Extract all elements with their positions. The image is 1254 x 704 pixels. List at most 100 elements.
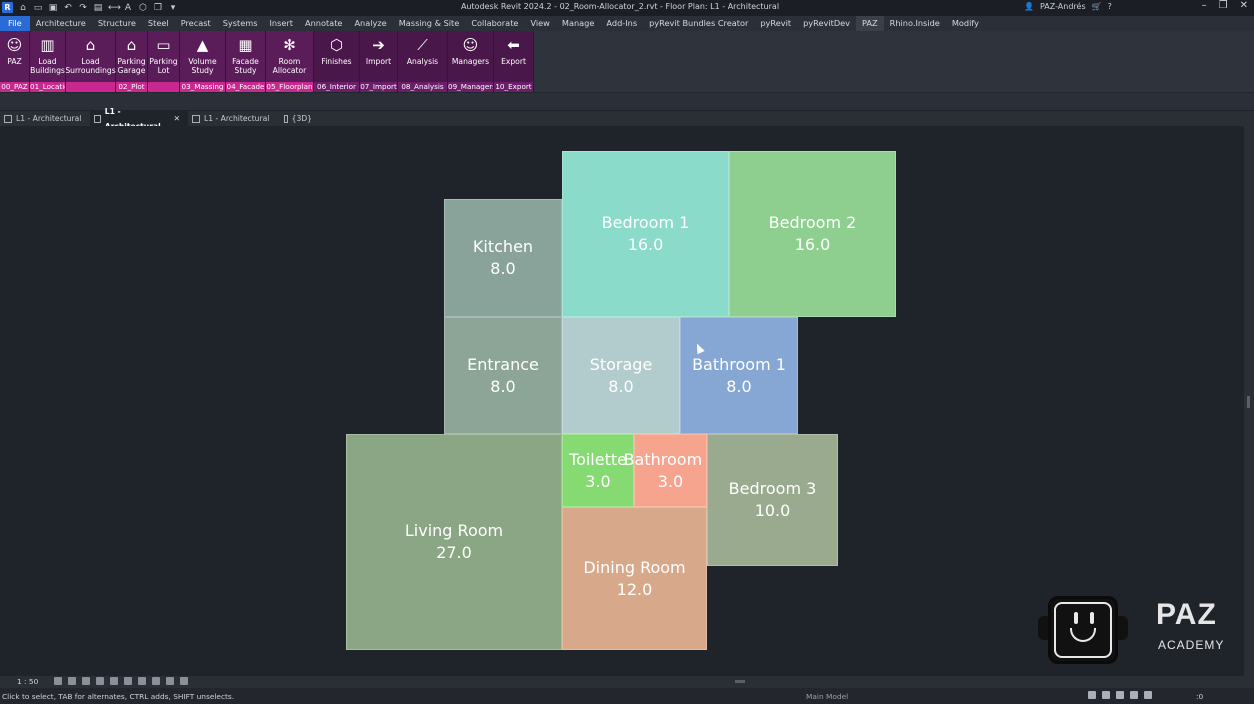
tool-parking-garage-button[interactable]: ⌂ Parking Garage 02_Plot	[116, 31, 148, 92]
dropdown-icon[interactable]: ▾	[168, 3, 178, 13]
visual-style-icon[interactable]	[68, 677, 76, 685]
tab-systems[interactable]: Systems	[217, 16, 264, 31]
temp-hide-icon[interactable]	[152, 677, 160, 685]
active-model[interactable]: Main Model	[806, 692, 848, 701]
tab-add-ins[interactable]: Add-Ins	[600, 16, 643, 31]
tool-parking-lot-button[interactable]: ▭ Parking Lot	[148, 31, 180, 92]
tab-modify[interactable]: Modify	[946, 16, 985, 31]
tool-finishes-button[interactable]: ⬡ Finishes 06_Interior	[314, 31, 360, 92]
user-name[interactable]: PAZ-Andrés	[1040, 2, 1086, 11]
view-tab[interactable]: L1 - Architectural	[0, 111, 90, 126]
room-bathroom-1[interactable]: Bathroom 1 8.0	[680, 317, 798, 434]
select-underlay-icon[interactable]	[1102, 691, 1110, 699]
cart-icon[interactable]: 🛒	[1092, 2, 1102, 11]
measure-icon[interactable]: ⟷	[108, 3, 121, 13]
view-tab[interactable]: L1 - Architectural	[188, 111, 280, 126]
switch-windows-icon[interactable]: ❐	[153, 3, 163, 13]
tab-massing-site[interactable]: Massing & Site	[393, 16, 466, 31]
select-by-face-icon[interactable]	[1130, 691, 1138, 699]
tab-precast[interactable]: Precast	[175, 16, 217, 31]
open-icon[interactable]: ▭	[33, 3, 43, 13]
minimize-icon[interactable]: –	[1202, 0, 1207, 11]
room-name: Storage	[589, 354, 653, 374]
facade-icon: ▦	[238, 36, 253, 54]
tab-rhino-inside[interactable]: Rhino.Inside	[884, 16, 946, 31]
tab-paz[interactable]: PAZ	[856, 16, 884, 31]
save-icon[interactable]: ▣	[48, 3, 58, 13]
sun-path-icon[interactable]	[82, 677, 90, 685]
tab-architecture[interactable]: Architecture	[30, 16, 92, 31]
managers-icon: ☺	[462, 36, 479, 54]
tab-annotate[interactable]: Annotate	[299, 16, 348, 31]
tool-managers-button[interactable]: ☺ Managers 09_Managers	[448, 31, 494, 92]
tab-steel[interactable]: Steel	[142, 16, 175, 31]
tab-insert[interactable]: Insert	[264, 16, 299, 31]
tool-import-button[interactable]: ➔ Import 07_Import	[360, 31, 398, 92]
print-icon[interactable]: ▤	[93, 3, 103, 13]
tab-pyrevit[interactable]: pyRevit	[754, 16, 797, 31]
tab-analyze[interactable]: Analyze	[348, 16, 392, 31]
close-tab-icon[interactable]: ✕	[174, 111, 180, 126]
tab-manage[interactable]: Manage	[556, 16, 601, 31]
tool-load-buildings-button[interactable]: ▥ Load Buildings 01_Location	[30, 31, 66, 92]
filter-count[interactable]: :0	[1196, 692, 1203, 701]
view-tab[interactable]: {3D}	[280, 111, 320, 126]
room-area: 3.0	[585, 471, 611, 491]
user-area: 👤 PAZ-Andrés 🛒 ?	[1024, 2, 1112, 11]
tab-pyrevit-bundles-creator[interactable]: pyRevit Bundles Creator	[643, 16, 754, 31]
lock-view-icon[interactable]	[138, 677, 146, 685]
tab-collaborate[interactable]: Collaborate	[465, 16, 524, 31]
room-area: 8.0	[490, 259, 516, 278]
drag-elements-icon[interactable]	[1144, 691, 1152, 699]
help-icon[interactable]: ?	[1108, 2, 1112, 11]
ribbon-group-label: 07_Import	[360, 82, 397, 92]
tool-facade-study-button[interactable]: ▦ Facade Study 04_Facade	[226, 31, 266, 92]
tab-file[interactable]: File	[0, 16, 30, 31]
reveal-hidden-icon[interactable]	[166, 677, 174, 685]
room-bathroom-2[interactable]: Bathroom 2 3.0	[624, 434, 717, 507]
select-links-icon[interactable]	[1088, 691, 1096, 699]
room-living-room[interactable]: Living Room 27.0	[346, 434, 562, 650]
room-storage[interactable]: Storage 8.0	[562, 317, 680, 434]
room-bedroom-2[interactable]: Bedroom 2 16.0	[729, 151, 896, 317]
room-bedroom-3[interactable]: Bedroom 3 10.0	[707, 434, 838, 566]
view-scale[interactable]: 1 : 50	[17, 677, 38, 686]
revit-logo-icon[interactable]: R	[2, 2, 13, 13]
restore-icon[interactable]: ❐	[1219, 0, 1228, 11]
view-tab-label: L1 - Architectural	[16, 114, 82, 123]
vertical-scrollbar[interactable]	[1244, 126, 1254, 676]
tool-paz-button[interactable]: ☺ PAZ 00_PAZ	[0, 31, 30, 92]
tool-load-surroundings-button[interactable]: ⌂ Load Surroundings	[65, 31, 116, 92]
tab-pyrevitdev[interactable]: pyRevitDev	[797, 16, 856, 31]
room-toilette[interactable]: Toilette 3.0	[562, 434, 634, 507]
detail-level-icon[interactable]	[54, 677, 62, 685]
select-pinned-icon[interactable]	[1116, 691, 1124, 699]
show-crop-icon[interactable]	[124, 677, 132, 685]
view-tab[interactable]: L1 - Architectural✕	[90, 107, 188, 131]
undo-icon[interactable]: ↶	[63, 3, 73, 13]
ribbon-group-label: 08_Analysis	[398, 82, 447, 92]
shadows-icon[interactable]	[96, 677, 104, 685]
tool-volume-study-button[interactable]: ▲ Volume Study 03_Massing	[180, 31, 226, 92]
tool-analysis-button[interactable]: ⟋ Analysis 08_Analysis	[398, 31, 448, 92]
room-entrance[interactable]: Entrance 8.0	[444, 317, 562, 434]
room-bedroom-1[interactable]: Bedroom 1 16.0	[562, 151, 729, 317]
tool-export-button[interactable]: ⬅ Export 10_Export	[494, 31, 534, 92]
tool-room-allocator-button[interactable]: ✻ Room Allocator 05_Floorplan	[266, 31, 314, 92]
home-icon[interactable]: ⌂	[18, 3, 28, 13]
text-icon[interactable]: A	[123, 3, 133, 13]
window-title: Autodesk Revit 2024.2 - 02_Room-Allocato…	[460, 2, 780, 11]
3d-view-icon[interactable]: ⬡	[138, 3, 148, 13]
ribbon-group-label: 00_PAZ	[0, 82, 29, 92]
horizontal-scrollbar[interactable]	[735, 680, 745, 683]
analytical-icon[interactable]	[180, 677, 188, 685]
close-icon[interactable]: ✕	[1240, 0, 1248, 11]
room-dining-room[interactable]: Dining Room 12.0	[562, 507, 707, 650]
redo-icon[interactable]: ↷	[78, 3, 88, 13]
drawing-canvas[interactable]: Bedroom 1 16.0 Bedroom 2 16.0 Kitchen 8.0 Entr…	[0, 126, 1244, 676]
room-kitchen[interactable]: Kitchen 8.0	[444, 199, 562, 317]
room-name: Entrance	[467, 354, 539, 374]
tab-view[interactable]: View	[524, 16, 555, 31]
tab-structure[interactable]: Structure	[92, 16, 142, 31]
crop-view-icon[interactable]	[110, 677, 118, 685]
